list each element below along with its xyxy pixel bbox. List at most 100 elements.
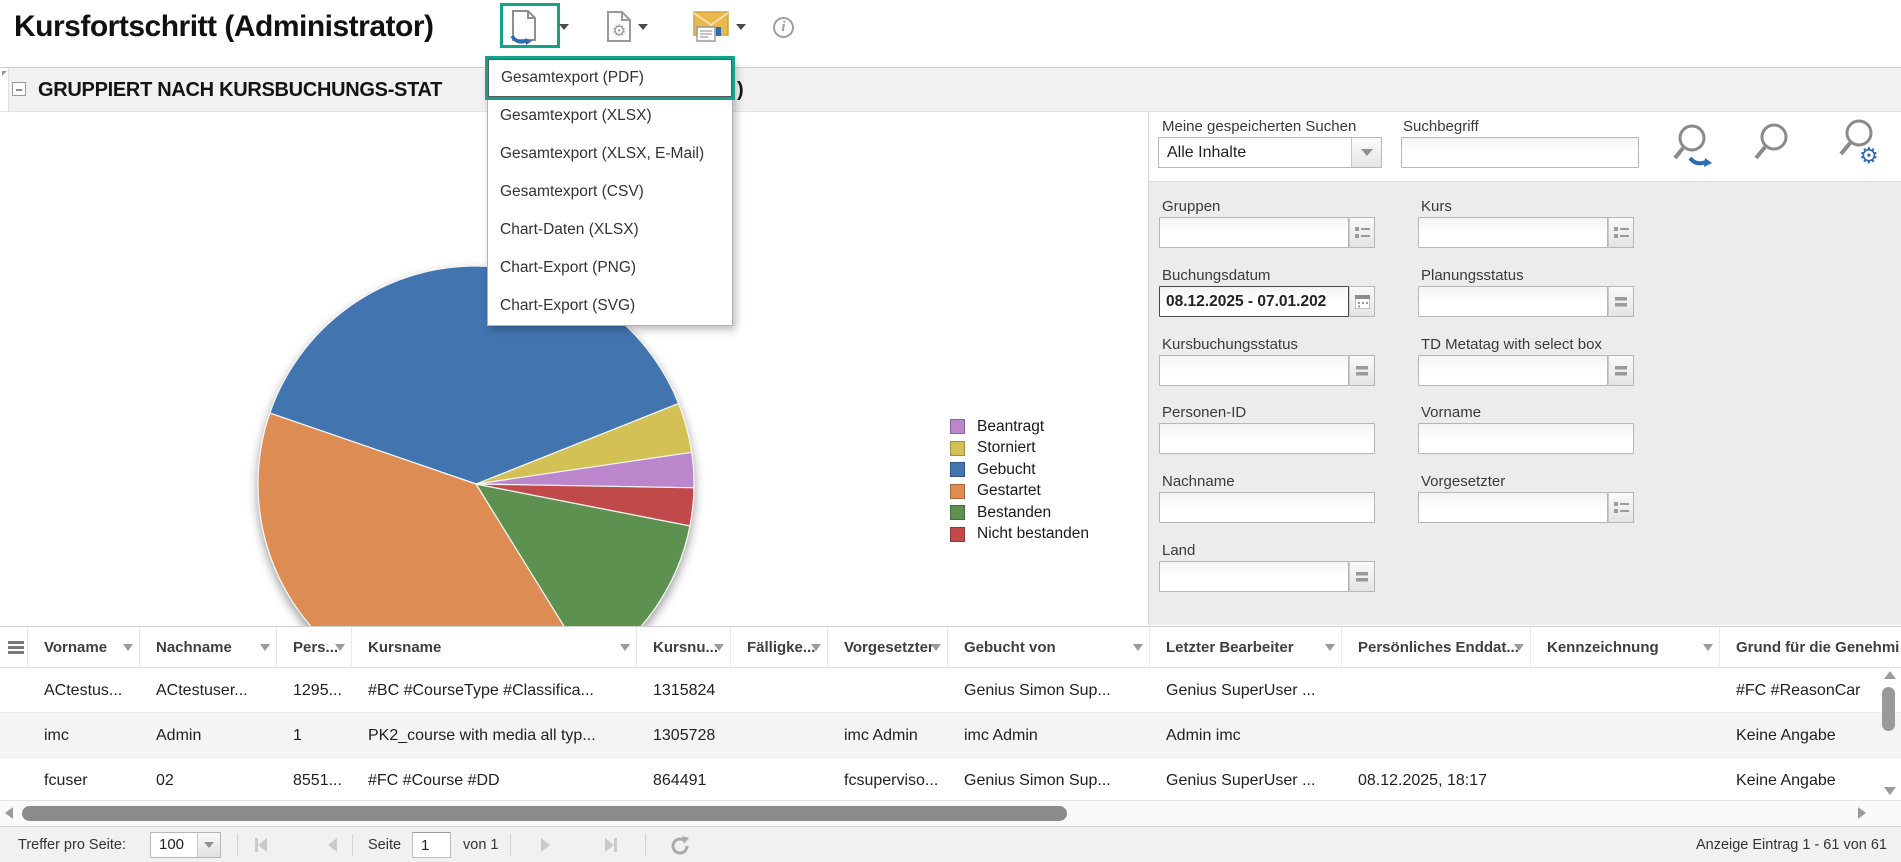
saved-searches-label: Meine gespeicherten Suchen [1162, 118, 1357, 135]
column-header-grund-f-r-die-genehmi[interactable]: Grund für die Genehmi [1720, 627, 1901, 668]
field-input-td-metatag-with-select-box[interactable] [1418, 355, 1608, 386]
table-row[interactable]: ACtestus... ACtestuser... 1295... #BC #Cour… [0, 668, 1901, 713]
previous-page-button[interactable] [328, 838, 337, 856]
table-scroll-down-icon[interactable] [1884, 787, 1896, 795]
list-picker-button-planungsstatus[interactable] [1608, 286, 1634, 317]
legend-swatch-icon [950, 462, 965, 478]
column-header-vorgesetzter[interactable]: Vorgesetzter [828, 627, 948, 668]
table-cell: 1305728 [653, 727, 716, 744]
column-filter-icon[interactable] [811, 644, 821, 651]
table-cell: Genius Simon Sup... [964, 772, 1111, 789]
page-number-input[interactable] [412, 832, 451, 858]
field-input-planungsstatus[interactable] [1418, 286, 1608, 317]
column-filter-icon[interactable] [931, 644, 941, 651]
per-page-select[interactable]: 100 [150, 832, 221, 858]
column-filter-icon[interactable] [1703, 644, 1713, 651]
column-header-vorname[interactable]: Vorname [28, 627, 140, 668]
scroll-right-icon[interactable] [1858, 807, 1866, 819]
report-settings-button[interactable]: ⚙ [605, 11, 633, 48]
search-term-label: Suchbegriff [1403, 118, 1479, 135]
search-settings-icon[interactable]: ⚙ [1832, 117, 1884, 171]
entries-status: Anzeige Eintrag 1 - 61 von 61 [1695, 837, 1887, 853]
refresh-icon[interactable] [668, 834, 692, 858]
column-filter-icon[interactable] [1514, 644, 1524, 651]
results-table: Vorname Nachname Pers... Kursname Kursnu... F… [0, 626, 1901, 800]
export-menu-item[interactable]: Gesamtexport (XLSX) [488, 97, 732, 135]
column-header-letzter-bearbeiter[interactable]: Letzter Bearbeiter [1150, 627, 1342, 668]
list-picker-button-gruppen[interactable] [1349, 217, 1375, 248]
column-filter-icon[interactable] [123, 644, 133, 651]
table-cell: Admin [156, 727, 202, 744]
list-picker-button-td-metatag-with-select-box[interactable] [1608, 355, 1634, 386]
field-input-vorname[interactable] [1418, 423, 1634, 454]
export-menu-item[interactable]: Gesamtexport (CSV) [488, 173, 732, 211]
calendar-picker-button-buchungsdatum[interactable] [1349, 286, 1375, 317]
field-input-personen-id[interactable] [1159, 423, 1375, 454]
table-cell: imc Admin [964, 727, 1038, 744]
field-input-land[interactable] [1159, 561, 1349, 592]
table-cell: #BC #CourseType #Classifica... [368, 682, 594, 699]
last-page-button[interactable] [605, 838, 617, 856]
per-page-value: 100 [159, 836, 185, 853]
list-picker-button-vorgesetzter[interactable] [1608, 492, 1634, 523]
column-header-nachname[interactable]: Nachname [140, 627, 277, 668]
saved-searches-dropdown-button[interactable] [1351, 138, 1381, 167]
per-page-dropdown-button[interactable] [197, 833, 220, 857]
column-header-gebucht-von[interactable]: Gebucht von [948, 627, 1150, 668]
table-cell: Admin imc [1166, 727, 1241, 744]
table-cell: Keine Angabe [1736, 727, 1836, 744]
horizontal-scrollbar-thumb[interactable] [22, 806, 1067, 821]
table-row[interactable]: imc Admin 1 PK2_course with media all typ..… [0, 713, 1901, 758]
column-header-f-lligke-[interactable]: Fälligke... [731, 627, 828, 668]
next-page-button[interactable] [541, 838, 550, 856]
export-menu-item[interactable]: Gesamtexport (XLSX, E-Mail) [488, 135, 732, 173]
field-input-kursbuchungsstatus[interactable] [1159, 355, 1349, 386]
email-report-button[interactable] [691, 10, 731, 49]
column-header-kennzeichnung[interactable]: Kennzeichnung [1531, 627, 1720, 668]
export-menu-item[interactable]: Gesamtexport (PDF) [485, 56, 735, 100]
table-menu-icon[interactable] [8, 641, 24, 654]
column-filter-icon[interactable] [1133, 644, 1143, 651]
field-input-nachname[interactable] [1159, 492, 1375, 523]
saved-searches-select[interactable]: Alle Inhalte [1158, 137, 1382, 168]
row-control-cell [0, 668, 28, 713]
column-filter-icon[interactable] [335, 644, 345, 651]
page-title: Kursfortschritt (Administrator) [14, 10, 434, 43]
email-caret-icon[interactable] [736, 24, 746, 30]
search-term-input[interactable] [1401, 137, 1639, 168]
field-input-buchungsdatum[interactable]: 08.12.2025 - 07.01.202 [1159, 286, 1349, 317]
column-filter-icon[interactable] [714, 644, 724, 651]
field-input-vorgesetzter[interactable] [1418, 492, 1608, 523]
list-picker-button-land[interactable] [1349, 561, 1375, 592]
section-collapse-icon[interactable] [12, 82, 26, 96]
export-menu-item[interactable]: Chart-Export (PNG) [488, 249, 732, 287]
export-button[interactable] [508, 9, 540, 50]
field-input-gruppen[interactable] [1159, 217, 1349, 248]
column-filter-icon[interactable] [620, 644, 630, 651]
export-menu-item[interactable]: Chart-Export (SVG) [488, 287, 732, 325]
column-filter-icon[interactable] [1325, 644, 1335, 651]
column-header-kursnu-[interactable]: Kursnu... [637, 627, 731, 668]
list-picker-button-kursbuchungsstatus[interactable] [1349, 355, 1375, 386]
panel-resize-handle[interactable] [0, 68, 9, 111]
scroll-left-icon[interactable] [5, 807, 13, 819]
per-page-label: Treffer pro Seite: [18, 837, 126, 853]
column-header-pers-nliches-enddat-[interactable]: Persönliches Enddat... [1342, 627, 1531, 668]
column-header-kursname[interactable]: Kursname [352, 627, 637, 668]
column-filter-icon[interactable] [260, 644, 270, 651]
table-vertical-scrollbar-thumb[interactable] [1882, 687, 1895, 731]
table-cell: PK2_course with media all typ... [368, 727, 596, 744]
table-cell: Genius Simon Sup... [964, 682, 1111, 699]
table-scroll-up-icon[interactable] [1884, 671, 1896, 679]
first-page-button[interactable] [255, 838, 267, 856]
export-menu-item[interactable]: Chart-Daten (XLSX) [488, 211, 732, 249]
info-icon[interactable]: i [773, 17, 794, 38]
export-caret-icon[interactable] [559, 24, 569, 30]
field-input-kurs[interactable] [1418, 217, 1608, 248]
search-icon[interactable] [1750, 120, 1794, 168]
list-picker-button-kurs[interactable] [1608, 217, 1634, 248]
saved-search-reset-icon[interactable] [1670, 120, 1718, 172]
column-header-pers-[interactable]: Pers... [277, 627, 352, 668]
settings-caret-icon[interactable] [638, 24, 648, 30]
table-row[interactable]: fcuser 02 8551... #FC #Course #DD 864491 fcsu… [0, 758, 1901, 800]
